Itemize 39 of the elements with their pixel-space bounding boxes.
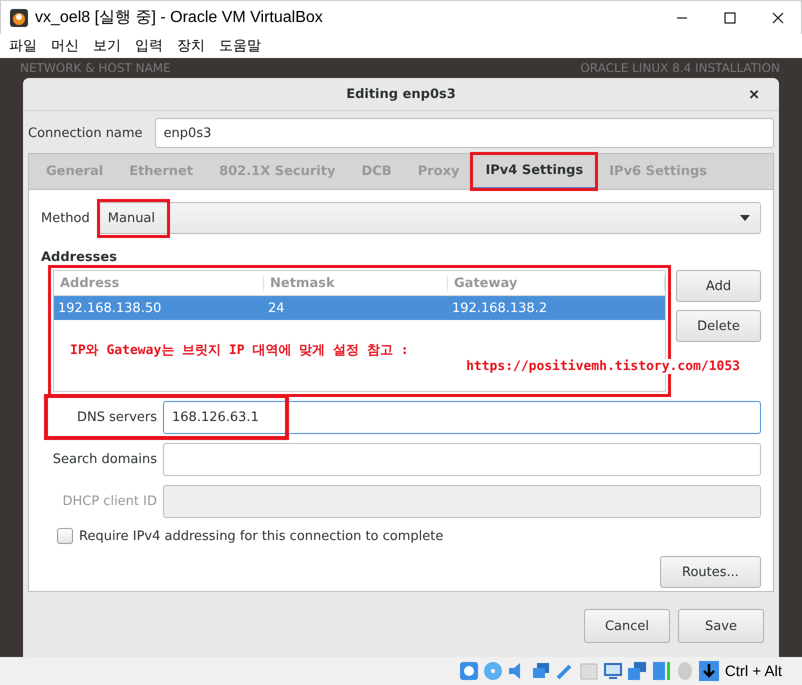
dialog-button[interactable]: Save bbox=[678, 609, 764, 643]
menu-item[interactable]: 파일 bbox=[9, 37, 37, 55]
installer-title: ORACLE LINUX 8.4 INSTALLATION bbox=[580, 61, 780, 77]
annotation-text: IP와 Gateway는 브릿지 IP 대역에 맞게 설정 참고 : bbox=[70, 342, 410, 359]
table-cell-text: 24 bbox=[267, 300, 286, 316]
tab[interactable]: IPv4 Settings bbox=[472, 154, 596, 189]
dropdown-value: Manual bbox=[100, 202, 168, 234]
display-icon[interactable] bbox=[602, 660, 624, 682]
menu-item[interactable]: 장치 bbox=[177, 37, 205, 55]
field-label: Method bbox=[41, 210, 90, 226]
connection-name-field[interactable]: enp0s3 bbox=[154, 118, 774, 148]
section-heading: Addresses bbox=[41, 250, 118, 265]
field-label: DNS servers bbox=[76, 410, 157, 424]
screen-heading: NETWORK & HOST NAME bbox=[20, 61, 171, 77]
window-title: vx_oel8 [실행 중] - Oracle VM VirtualBox bbox=[35, 8, 323, 28]
dialog-button[interactable]: Cancel bbox=[584, 609, 670, 643]
close-button[interactable]: × bbox=[747, 85, 761, 105]
menu-item[interactable]: 입력 bbox=[135, 37, 163, 55]
menu-item[interactable]: 도움말 bbox=[219, 37, 261, 55]
app-icon bbox=[9, 8, 29, 28]
field-label: Connection name bbox=[28, 126, 143, 140]
field-label: DHCP client ID bbox=[61, 494, 157, 508]
menu-item[interactable]: 머신 bbox=[51, 37, 79, 55]
input-field[interactable]: 168.126.63.1 bbox=[163, 400, 761, 434]
checkbox[interactable] bbox=[57, 528, 73, 544]
table-cell-text: 192.168.138.50 bbox=[57, 300, 162, 316]
download-icon[interactable] bbox=[698, 660, 720, 682]
input-field[interactable] bbox=[163, 442, 761, 476]
routes-button[interactable]: Routes... bbox=[660, 556, 761, 588]
menu-item[interactable]: 보기 bbox=[93, 37, 121, 55]
field-label: Search domains bbox=[52, 452, 157, 466]
table-button[interactable]: Delete bbox=[676, 310, 761, 342]
dialog-title: Editing enp0s3 bbox=[346, 86, 456, 102]
host-key-label: Ctrl + Alt bbox=[724, 662, 782, 680]
optical-disc-icon[interactable] bbox=[482, 660, 504, 682]
table-button[interactable]: Add bbox=[676, 270, 761, 302]
table-cell-text: 192.168.138.2 bbox=[451, 300, 548, 316]
checkbox-label: Require IPv4 addressing for this connection to complete bbox=[79, 528, 444, 544]
dropdown-arrow-icon bbox=[740, 215, 750, 221]
